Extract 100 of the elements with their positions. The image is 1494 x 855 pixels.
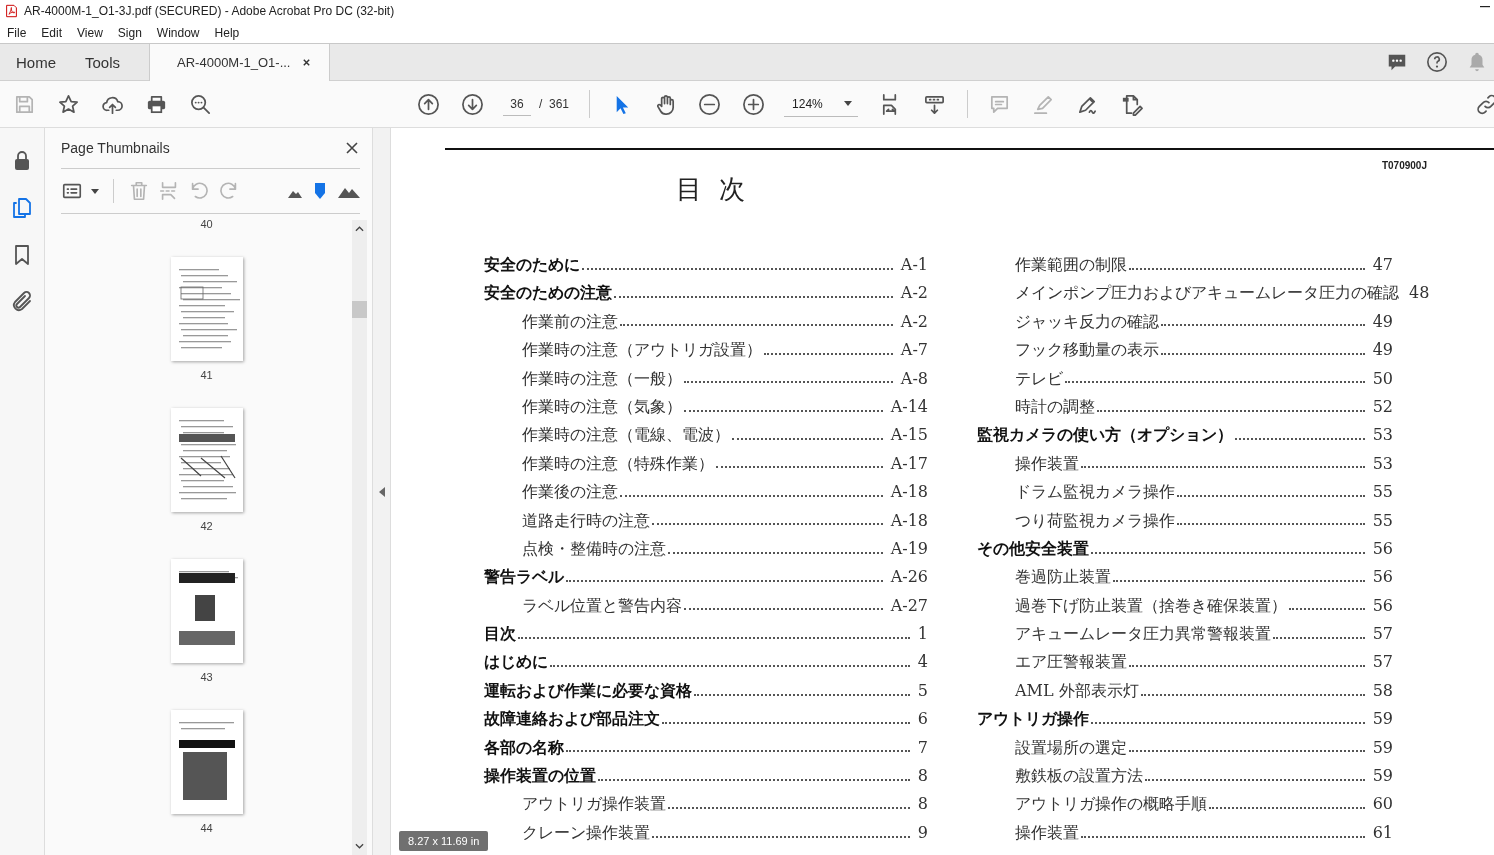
toc-entry[interactable]: 巻過防止装置 [1015,563,1111,592]
toc-entry[interactable]: 点検・整備時の注意 [522,534,666,564]
toc-entry[interactable]: 道路走行時の注意 [522,506,650,535]
toc-entry[interactable]: ドラム監視カメラ操作 [1015,478,1175,507]
page-number: 56 [1371,594,1393,617]
page-number: 47 [1371,254,1393,276]
page-number: 6 [916,708,928,731]
toc-entry[interactable]: アウトリガ操作装置 [522,790,666,819]
page-number: 9 [916,821,928,844]
toc-entry[interactable]: アキュームレータ圧力異常警報装置 [1015,620,1271,649]
scrollbar[interactable] [352,220,367,855]
document-tab[interactable]: AR-4000M-1_O1-... [149,44,331,81]
toc-entry[interactable]: 敷鉄板の設置方法 [1015,762,1143,791]
toc-entry[interactable]: 操作装置 [1015,818,1079,848]
toc-entry[interactable]: ラベル位置と警告内容 [522,591,682,621]
star-icon[interactable] [57,92,80,116]
page-number: 49 [1371,310,1393,333]
toc-entry[interactable]: クレーン操作装置 [522,818,650,848]
page-label: 44 [200,821,213,835]
link-icon[interactable] [1474,92,1494,116]
page-number: A-7 [899,339,928,362]
toc-section[interactable]: 故障連絡および部品注文 [484,705,660,734]
zoom-out-icon[interactable] [698,92,722,116]
toc-section[interactable]: 目次 [484,620,516,649]
minimize-icon[interactable] [1480,6,1490,8]
scroll-down-icon[interactable] [355,843,364,849]
scroll-up-icon[interactable] [355,226,364,232]
page-thumbnail[interactable] [170,408,243,512]
page-number: 60 [1371,793,1393,816]
toc-entry[interactable]: 作業時の注意（気象） [522,392,682,422]
menu-item[interactable]: File [7,25,27,40]
toc-section[interactable]: 操作装置の位置 [484,762,596,791]
menu-item[interactable]: View [77,25,103,40]
toc-entry[interactable]: 設置場所の選定 [1015,733,1127,763]
toc-section[interactable]: その他安全装置 [977,534,1089,564]
toc-entry[interactable]: 作業時の注意（電線、電波） [522,421,730,450]
menu-item[interactable]: Help [214,25,240,40]
large-mountain-icon [338,186,360,198]
toc-section[interactable]: 各部の名称 [484,733,564,763]
page-number-field[interactable]: 36 [503,92,531,116]
close-icon[interactable] [302,58,312,67]
page-number: A-26 [889,566,928,589]
toc-entry[interactable]: アウトリガ操作の概略手順 [1015,790,1207,819]
paperclip-icon[interactable] [10,290,34,314]
toc-entry[interactable]: 時計の調整 [1015,392,1095,422]
toc-entry[interactable]: AML 外部表示灯 [1015,676,1139,706]
page-number: 49 [1371,339,1393,362]
page-number: 56 [1371,566,1393,589]
help-icon[interactable] [1426,51,1448,73]
page-thumbnail[interactable] [170,257,243,361]
caret-icon[interactable] [91,188,99,194]
toc-entry[interactable]: 作業前の注意 [522,307,618,337]
toc-section[interactable]: アウトリガ操作 [977,705,1089,734]
slider-thumb[interactable] [315,183,325,199]
toc-entry[interactable]: 作業時の注意（特殊作業） [522,449,714,479]
page-number: 59 [1371,736,1393,759]
search-icon[interactable] [189,92,212,116]
toc-entry[interactable]: 過巻下げ防止装置（捨巻き確保装置） [1015,591,1287,621]
small-mountain-icon [288,190,302,198]
page-thumbnail[interactable] [170,710,243,814]
nav-tab[interactable]: Tools [71,44,136,80]
toc-entry[interactable]: メインポンプ圧力およびアキュームレータ圧力の確認 [1015,279,1399,308]
menu-item[interactable]: Sign [117,25,142,40]
page-number: 1 [916,623,928,646]
menu-item[interactable]: Edit [41,25,63,40]
toc-entry[interactable]: 作業時の注意（一般） [522,364,682,393]
toc-section[interactable]: 安全のために [484,251,580,280]
page-number: 59 [1371,708,1393,731]
zoom-dropdown[interactable]: 124% [784,91,859,117]
toc-entry[interactable]: エア圧警報装置 [1015,648,1127,677]
zoom-in-icon[interactable] [742,92,766,116]
page-number: 50 [1371,367,1393,390]
toc-section[interactable]: 監視カメラの使い方（オプション） [977,421,1233,450]
toc-entry[interactable]: テレビ [1015,364,1063,393]
close-icon[interactable] [346,142,358,154]
edit-document-icon[interactable] [1120,92,1144,116]
page-number: 52 [1371,395,1393,418]
arrow-up-icon[interactable] [417,92,440,116]
page-number: 8 [916,765,928,788]
toc-entry[interactable]: 操作装置 [1015,449,1079,479]
toc-entry[interactable]: ジャッキ反力の確認 [1015,307,1159,337]
toc-entry[interactable]: 作業後の注意 [522,478,618,507]
pages-icon[interactable] [10,196,34,220]
page-count: / 361 [539,97,570,111]
toc-entry[interactable]: フック移動量の表示 [1015,336,1159,365]
arrow-down-icon[interactable] [461,92,484,116]
nav-tab[interactable]: Home [0,44,71,80]
toc-section[interactable]: はじめに [484,648,548,677]
menu-item[interactable]: Window [156,25,200,40]
scroll-thumb[interactable] [352,301,367,318]
page-number: 8 [916,793,928,816]
toc-entry[interactable]: つり荷監視カメラ操作 [1015,506,1175,535]
page-number: 48 [1408,282,1430,305]
collapse-icon[interactable] [378,486,385,497]
toc-entry[interactable]: 作業時の注意（アウトリガ設置） [522,336,762,365]
toc-entry[interactable]: 作業範囲の制限 [1015,251,1127,280]
toc-section[interactable]: 警告ラベル [484,563,564,592]
toc-section[interactable]: 運転および作業に必要な資格 [484,676,692,706]
toc-section[interactable]: 安全のための注意 [484,279,612,308]
page-thumbnail[interactable] [170,559,243,663]
